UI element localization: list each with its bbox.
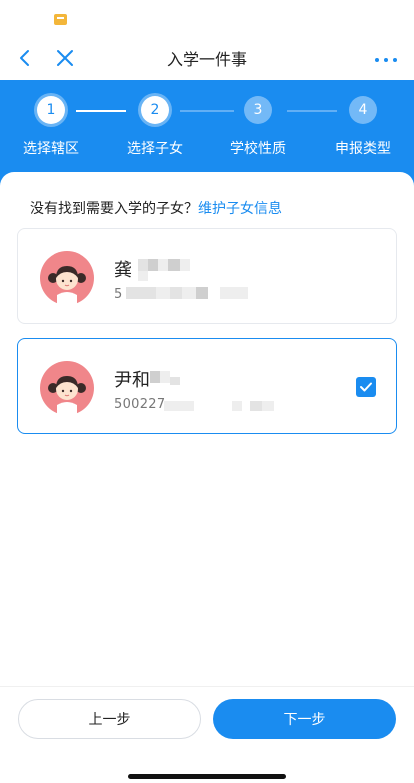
checkmark-icon	[360, 382, 372, 392]
privacy-mosaic	[150, 371, 160, 383]
hint-text: 没有找到需要入学的子女？	[30, 201, 198, 217]
step-number: 1	[37, 96, 65, 124]
child-selection-panel: 没有找到需要入学的子女？维护子女信息 龚 5 尹和 500227	[0, 172, 414, 686]
notification-app-icon	[54, 14, 67, 25]
navigation-bar: 入学一件事	[0, 36, 414, 80]
step-1: 1 选择辖区	[6, 96, 96, 158]
close-icon	[57, 50, 73, 66]
close-button[interactable]	[50, 42, 80, 74]
girl-avatar-icon	[40, 251, 94, 305]
step-number: 2	[141, 96, 169, 124]
step-4: 4 申报类型	[318, 96, 408, 158]
privacy-mosaic	[148, 259, 158, 271]
next-step-button[interactable]: 下一步	[213, 699, 396, 739]
child-name: 尹和	[114, 370, 150, 391]
more-dots-icon	[375, 58, 397, 62]
privacy-mosaic	[232, 401, 242, 411]
privacy-mosaic	[156, 287, 170, 299]
step-label: 选择子女	[127, 141, 183, 157]
privacy-mosaic	[160, 371, 170, 383]
child-card[interactable]: 龚 5	[17, 228, 397, 324]
step-3: 3 学校性质	[213, 96, 303, 158]
step-number: 3	[244, 96, 272, 124]
privacy-mosaic	[250, 401, 262, 411]
privacy-mosaic	[196, 287, 208, 299]
back-button[interactable]	[10, 42, 40, 74]
privacy-mosaic	[262, 401, 274, 411]
more-button[interactable]	[368, 42, 404, 74]
girl-avatar-icon	[40, 361, 94, 415]
privacy-mosaic	[168, 259, 180, 271]
privacy-mosaic	[164, 401, 194, 411]
privacy-mosaic	[170, 377, 180, 385]
privacy-mosaic	[180, 259, 190, 271]
child-card-selected[interactable]: 尹和 500227	[17, 338, 397, 434]
privacy-mosaic	[126, 287, 156, 299]
privacy-mosaic	[170, 287, 182, 299]
maintain-child-info-link[interactable]: 维护子女信息	[198, 201, 282, 217]
step-2: 2 选择子女	[110, 96, 200, 158]
privacy-mosaic	[220, 287, 248, 299]
step-label: 申报类型	[335, 141, 391, 157]
child-id-number: 5	[114, 287, 123, 302]
chevron-left-icon	[20, 50, 29, 66]
previous-step-button[interactable]: 上一步	[18, 699, 201, 739]
privacy-mosaic	[138, 271, 148, 281]
privacy-mosaic	[138, 259, 148, 271]
home-indicator	[128, 774, 286, 779]
bottom-action-bar: 上一步 下一步	[0, 686, 414, 783]
child-name: 龚	[114, 260, 132, 281]
status-bar	[0, 0, 414, 36]
step-label: 学校性质	[230, 141, 286, 157]
selected-checkbox[interactable]	[356, 377, 376, 397]
missing-child-hint: 没有找到需要入学的子女？维护子女信息	[30, 198, 282, 218]
step-label: 选择辖区	[23, 141, 79, 157]
privacy-mosaic	[158, 259, 168, 271]
step-number: 4	[349, 96, 377, 124]
child-id-number: 500227	[114, 397, 166, 412]
